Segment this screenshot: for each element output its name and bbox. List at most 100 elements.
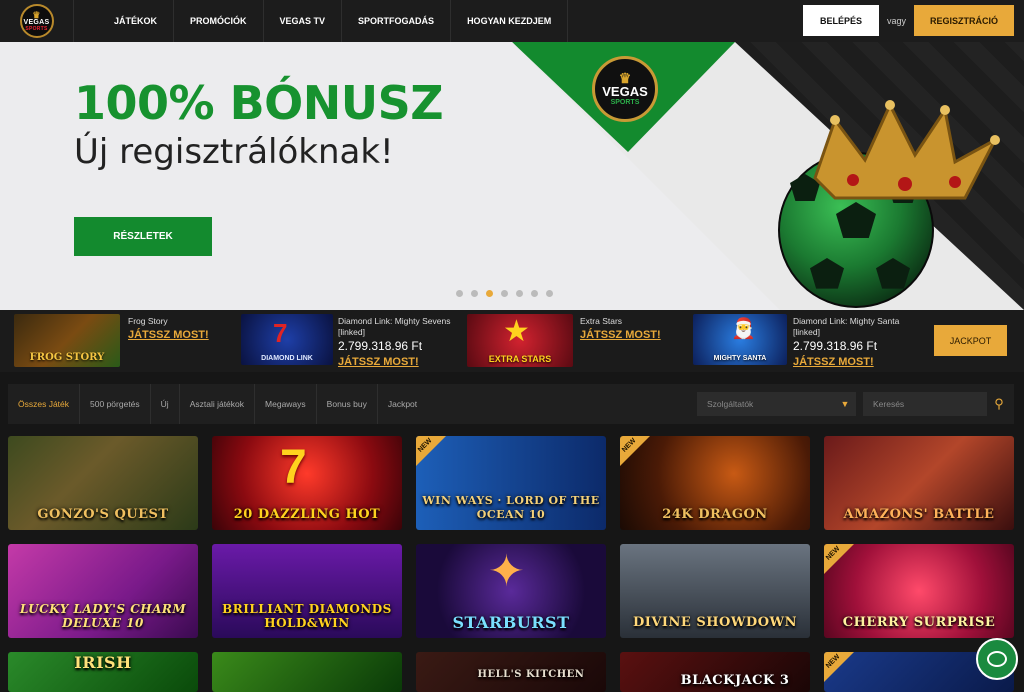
crown-icon: ♛: [32, 9, 41, 20]
thumbnail-title: FROG STORY: [29, 352, 105, 363]
hero-banner[interactable]: 100% BÓNUSZ Új regisztrálóknak! RÉSZLETE…: [0, 42, 1024, 310]
register-button[interactable]: REGISZTRÁCIÓ: [914, 5, 1014, 36]
game-tile[interactable]: LUCKY LADY'S CHARM DELUXE 10: [8, 544, 198, 638]
main-nav: JÁTÉKOK PROMÓCIÓK VEGAS TV SPORTFOGADÁS …: [74, 0, 569, 42]
carousel-dot[interactable]: [456, 290, 463, 297]
jackpot-item[interactable]: FROG STORY Frog Story JÁTSSZ MOST!: [14, 314, 224, 370]
auth-area: BELÉPÉS vagy REGISZTRÁCIÓ: [802, 5, 1014, 36]
hero-details-button[interactable]: RÉSZLETEK: [74, 217, 212, 256]
nav-item-vegas-tv[interactable]: VEGAS TV: [264, 0, 343, 42]
jackpot-amount: 2.799.318.96 Ft: [793, 339, 878, 353]
nav-item-sports-betting[interactable]: SPORTFOGADÁS: [342, 0, 452, 42]
game-tile[interactable]: NEW WIN WAYS · LORD OF THE OCEAN 10: [416, 436, 606, 530]
filter-tab-all-games[interactable]: Összes Játék: [8, 384, 81, 424]
chevron-down-icon[interactable]: ▼: [834, 392, 856, 416]
jackpot-item[interactable]: 🎅 MIGHTY SANTA Diamond Link: Mighty Sant…: [693, 314, 923, 370]
filter-tab-jackpot[interactable]: Jackpot: [378, 384, 427, 424]
nav-item-games[interactable]: JÁTÉKOK: [74, 0, 175, 42]
game-title: BRILLIANT DIAMONDS HOLD&WIN: [222, 602, 392, 630]
star-icon: ★: [503, 315, 530, 348]
jackpot-thumbnail[interactable]: ★ EXTRA STARS: [467, 314, 573, 367]
seven-symbol: 7: [280, 441, 307, 494]
carousel-dot[interactable]: [531, 290, 538, 297]
game-title: 24K DRAGON: [662, 507, 768, 522]
game-title: BLACKJACK 3: [680, 673, 790, 688]
jackpot-game-name: Diamond Link: Mighty Santa: [793, 316, 900, 326]
jackpot-thumbnail[interactable]: FROG STORY: [14, 314, 120, 367]
game-tile[interactable]: GONZO'S QUEST: [8, 436, 198, 530]
jackpot-item[interactable]: 7 DIAMOND LINK Diamond Link: Mighty Seve…: [240, 314, 460, 370]
ball-patch: [810, 258, 844, 289]
play-now-link[interactable]: JÁTSSZ MOST!: [793, 356, 874, 368]
site-logo[interactable]: ♛ VEGAS SPORTS: [0, 0, 74, 42]
nav-item-how-to-start[interactable]: HOGYAN KEZDJEM: [451, 0, 569, 42]
jackpot-game-name: Diamond Link: Mighty Sevens: [338, 316, 451, 326]
game-title: CHERRY SURPRISE: [842, 615, 996, 630]
carousel-dot[interactable]: [546, 290, 553, 297]
jackpot-amount: 2.799.318.96 Ft: [338, 339, 423, 353]
jackpot-thumbnail[interactable]: 7 DIAMOND LINK: [241, 314, 333, 365]
hero-logo-text: VEGAS: [602, 84, 648, 99]
game-tile[interactable]: 7 20 DAZZLING HOT: [212, 436, 402, 530]
thumbnail-title: DIAMOND LINK: [261, 355, 313, 362]
game-tile[interactable]: NEW CHERRY SURPRISE: [824, 544, 1014, 638]
play-now-link[interactable]: JÁTSSZ MOST!: [580, 329, 661, 341]
game-tile[interactable]: BRILLIANT DIAMONDS HOLD&WIN: [212, 544, 402, 638]
game-title: LUCKY LADY'S CHARM DELUXE 10: [19, 602, 187, 630]
jackpot-button[interactable]: JACKPOT: [934, 325, 1007, 356]
hero-logo-sub: SPORTS: [610, 99, 640, 106]
hero-logo-badge: ♛ VEGAS SPORTS: [592, 56, 658, 122]
logo-sub: SPORTS: [25, 25, 48, 32]
ball-patch: [836, 202, 876, 238]
game-title: WIN WAYS · LORD OF THE OCEAN 10: [422, 494, 600, 521]
jackpot-game-name: Frog Story: [128, 316, 168, 326]
login-button[interactable]: BELÉPÉS: [802, 5, 879, 36]
site-header: ♛ VEGAS SPORTS JÁTÉKOK PROMÓCIÓK VEGAS T…: [0, 0, 1024, 42]
search-icon[interactable]: ⚲: [988, 392, 1010, 416]
game-title: STARBURST: [452, 613, 570, 632]
game-title: AMAZONS' BATTLE: [843, 507, 995, 522]
hero-title: 100% BÓNUSZ: [74, 76, 444, 130]
gold-crown-image: [813, 100, 1000, 200]
game-tile[interactable]: BLACKJACK 3: [620, 652, 810, 692]
carousel-dots: [456, 290, 553, 297]
game-title: DIVINE SHOWDOWN: [632, 615, 797, 630]
filter-tab-500-spins[interactable]: 500 pörgetés: [80, 384, 151, 424]
game-filter-bar: Összes Játék 500 pörgetés Új Asztali ját…: [8, 384, 1014, 424]
play-now-link[interactable]: JÁTSSZ MOST!: [128, 329, 209, 341]
game-tile[interactable]: IRISH: [8, 652, 198, 692]
logo-text: VEGAS: [23, 18, 50, 26]
search-input[interactable]: Keresés: [863, 392, 987, 416]
carousel-dot[interactable]: [516, 290, 523, 297]
carousel-dot[interactable]: [471, 290, 478, 297]
jackpot-strip: FROG STORY Frog Story JÁTSSZ MOST! 7 DIA…: [0, 310, 1024, 372]
filter-tab-new[interactable]: Új: [151, 384, 180, 424]
game-tile[interactable]: ✦ STARBURST: [416, 544, 606, 638]
game-tile[interactable]: HELL'S KITCHEN: [416, 652, 606, 692]
thumbnail-title: MIGHTY SANTA: [713, 355, 767, 362]
seven-symbol: 7: [273, 318, 288, 348]
filter-tab-table-games[interactable]: Asztali játékok: [180, 384, 256, 424]
game-title: HELL'S KITCHEN: [477, 669, 585, 680]
game-tile[interactable]: NEW 24K DRAGON: [620, 436, 810, 530]
provider-select[interactable]: Szolgáltatók: [697, 392, 843, 416]
hero-subtitle: Új regisztrálóknak!: [74, 132, 394, 172]
nav-item-promotions[interactable]: PROMÓCIÓK: [174, 0, 264, 42]
game-tile[interactable]: AMAZONS' BATTLE: [824, 436, 1014, 530]
game-tile[interactable]: DIVINE SHOWDOWN: [620, 544, 810, 638]
jackpot-linked-tag: [linked]: [338, 327, 365, 337]
game-title: 20 DAZZLING HOT: [233, 507, 381, 522]
carousel-dot[interactable]: [501, 290, 508, 297]
game-title: IRISH: [74, 653, 132, 672]
jackpot-thumbnail[interactable]: 🎅 MIGHTY SANTA: [693, 314, 787, 365]
jackpot-item[interactable]: ★ EXTRA STARS Extra Stars JÁTSSZ MOST!: [467, 314, 687, 370]
or-text: vagy: [886, 15, 906, 26]
game-tile[interactable]: [212, 652, 402, 692]
live-chat-button[interactable]: [976, 638, 1018, 680]
filter-tab-bonus-buy[interactable]: Bonus buy: [317, 384, 378, 424]
play-now-link[interactable]: JÁTSSZ MOST!: [338, 356, 419, 368]
carousel-dot-active[interactable]: [486, 290, 493, 297]
ball-patch: [876, 258, 910, 289]
logo-badge: ♛ VEGAS SPORTS: [19, 4, 54, 38]
filter-tab-megaways[interactable]: Megaways: [255, 384, 317, 424]
